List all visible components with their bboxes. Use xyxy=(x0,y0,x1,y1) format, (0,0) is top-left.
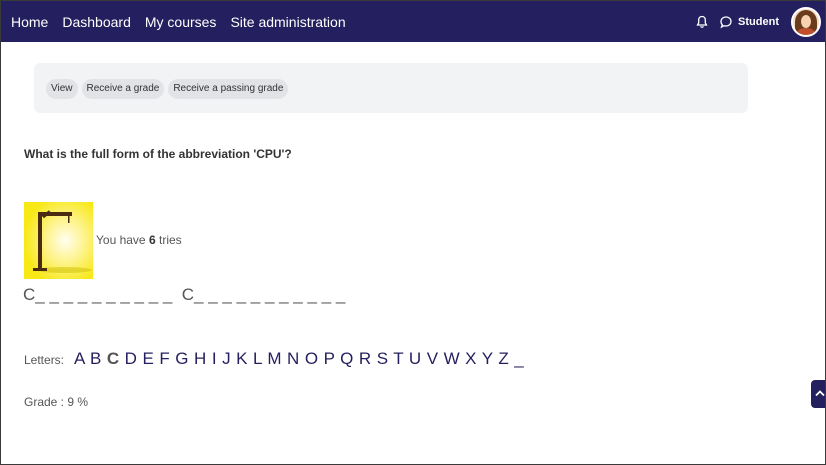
letter-g[interactable]: G xyxy=(175,349,189,368)
letter-q[interactable]: Q xyxy=(340,349,354,368)
completion-passing-grade-pill: Receive a passing grade xyxy=(168,79,289,99)
nav-home[interactable]: Home xyxy=(11,14,48,30)
tries-prefix: You have xyxy=(96,233,146,247)
letter-z[interactable]: Z xyxy=(498,349,509,368)
nav-dashboard[interactable]: Dashboard xyxy=(62,14,131,30)
completion-view-pill: View xyxy=(46,79,78,99)
letter-a[interactable]: A xyxy=(74,349,85,368)
gallows-illustration xyxy=(24,202,93,279)
nav-site-administration[interactable]: Site administration xyxy=(230,14,345,30)
letter-i[interactable]: I xyxy=(212,349,217,368)
letter-d[interactable]: D xyxy=(125,349,138,368)
word-display: C_ _ _ _ _ _ _ _ _ _ C_ _ _ _ _ _ _ _ _ … xyxy=(23,285,346,304)
completion-conditions: View Receive a grade Receive a passing g… xyxy=(46,79,289,99)
user-tools: Student xyxy=(695,1,821,42)
avatar[interactable] xyxy=(791,6,821,37)
letter-y[interactable]: Y xyxy=(482,349,493,368)
grade-text: Grade : 9 % xyxy=(24,395,89,409)
tries-count: 6 xyxy=(148,233,156,247)
bell-icon[interactable] xyxy=(695,15,709,29)
letter-o[interactable]: O xyxy=(305,349,319,368)
letter-e[interactable]: E xyxy=(142,349,154,368)
completion-receive-grade-pill: Receive a grade xyxy=(81,79,165,99)
letter-b[interactable]: B xyxy=(90,349,102,368)
chat-icon[interactable] xyxy=(719,15,733,29)
letter-t[interactable]: T xyxy=(393,349,403,368)
top-navbar: Home Dashboard My courses Site administr… xyxy=(1,1,825,42)
letter-u[interactable]: U xyxy=(409,349,422,368)
letter-k[interactable]: K xyxy=(236,349,248,368)
letter-f[interactable]: F xyxy=(159,349,170,368)
letter-p[interactable]: P xyxy=(324,349,335,368)
letter-m[interactable]: M xyxy=(267,349,282,368)
letter-h[interactable]: H xyxy=(194,349,207,368)
back-to-top-button[interactable] xyxy=(811,380,825,408)
letter-l[interactable]: L xyxy=(253,349,262,368)
app-frame: Home Dashboard My courses Site administr… xyxy=(0,0,826,465)
letter-j[interactable]: J xyxy=(222,349,231,368)
user-name[interactable]: Student xyxy=(738,16,779,28)
tries-suffix: tries xyxy=(158,233,182,247)
question-text: What is the full form of the abbreviatio… xyxy=(24,147,292,161)
activity-completion-panel: View Receive a grade Receive a passing g… xyxy=(34,63,748,113)
letters-row: Letters: A B C D E F G H I J K L M N O P… xyxy=(24,349,524,369)
letters-label: Letters: xyxy=(24,353,65,367)
avatar-face xyxy=(801,14,811,28)
hangman-image xyxy=(24,202,93,279)
letter-v[interactable]: V xyxy=(427,349,439,368)
letter-w[interactable]: W xyxy=(444,349,460,368)
letter-n[interactable]: N xyxy=(287,349,300,368)
letter-x[interactable]: X xyxy=(465,349,477,368)
letter-underscore[interactable]: _ xyxy=(514,349,524,368)
letter-c: C xyxy=(106,349,120,368)
tries-remaining: You have 6 tries xyxy=(96,233,182,247)
letter-r[interactable]: R xyxy=(359,349,372,368)
chevron-up-icon xyxy=(815,390,825,397)
nav-my-courses[interactable]: My courses xyxy=(145,14,217,30)
letter-s[interactable]: S xyxy=(377,349,389,368)
letter-buttons: A B C D E F G H I J K L M N O P Q R S T … xyxy=(74,349,524,369)
primary-navigation: Home Dashboard My courses Site administr… xyxy=(11,1,346,42)
avatar-body xyxy=(797,27,815,35)
